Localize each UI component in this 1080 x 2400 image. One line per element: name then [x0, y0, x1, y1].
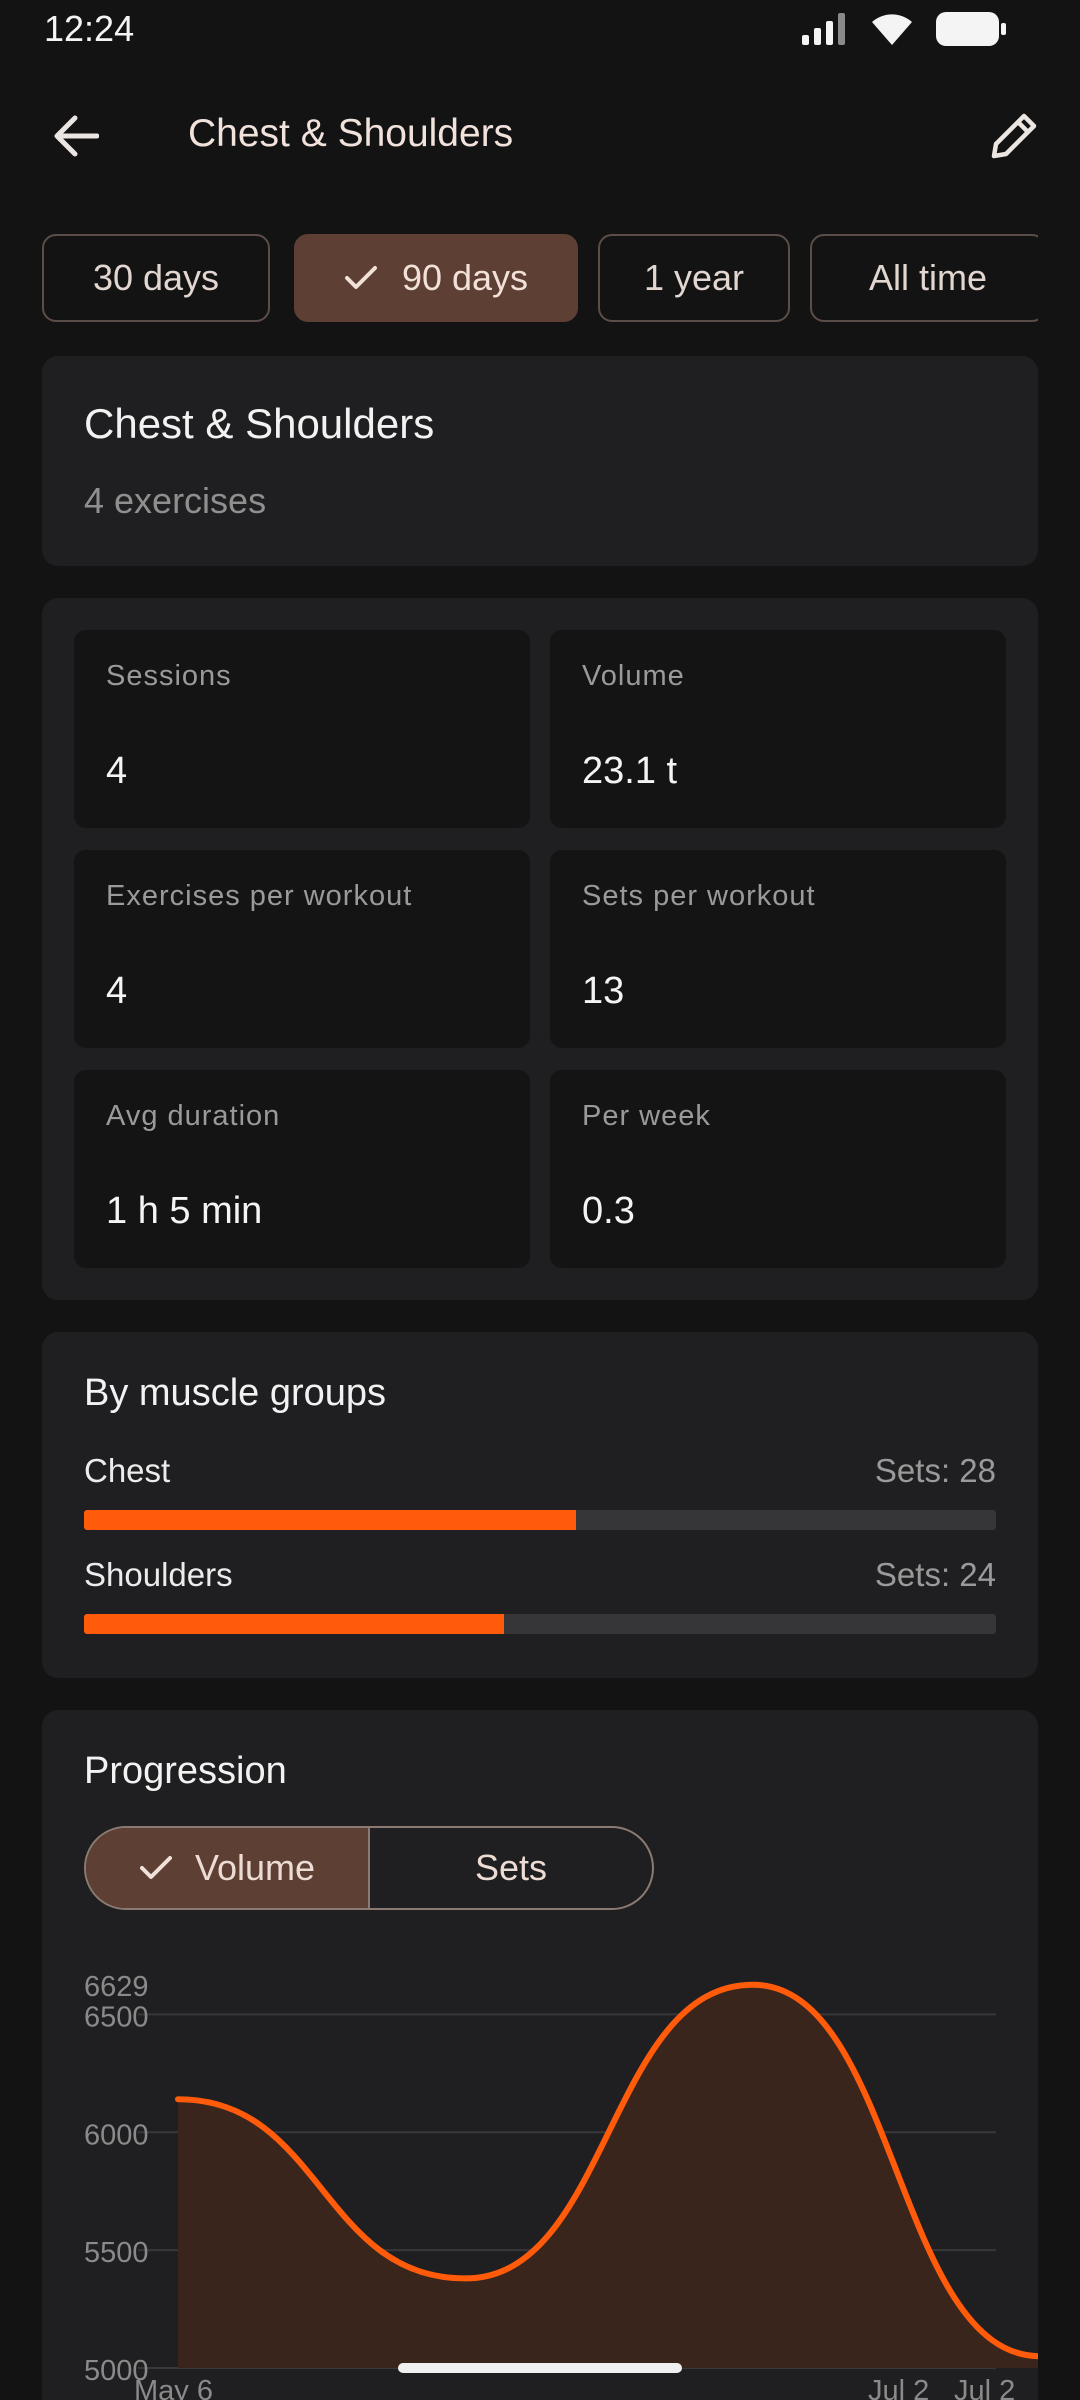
- stat-value: 0.3: [582, 1190, 635, 1232]
- progression-chart: 50005500600065006629May 6 Jul 2 Jul 2: [84, 1971, 1038, 2400]
- top-app-bar: Chest & Shoulders: [0, 90, 1080, 182]
- stat-label: Volume: [582, 660, 685, 692]
- muscle-bar-fill: [84, 1614, 504, 1634]
- workout-title: Chest & Shoulders: [84, 400, 435, 447]
- x-tick-label: May 6: [134, 2375, 213, 2400]
- chip-all-time[interactable]: All time: [810, 234, 1038, 322]
- muscle-bar-shoulders: [84, 1614, 996, 1634]
- check-icon: [344, 266, 377, 289]
- signal-icon: [802, 13, 845, 45]
- x-tick-label: Jul 2: [954, 2375, 1015, 2400]
- y-tick-label: 6629: [84, 1971, 149, 2003]
- workout-header-card: Chest & Shoulders 4 exercises: [42, 356, 1038, 566]
- edit-button[interactable]: [968, 90, 1060, 182]
- y-tick-label: 5500: [84, 2237, 149, 2269]
- exercise-count: 4 exercises: [84, 480, 267, 521]
- muscle-sets-chest: Sets: 28: [874, 1452, 996, 1489]
- home-indicator: [398, 2363, 682, 2373]
- page-title: Chest & Shoulders: [188, 112, 514, 155]
- stat-label: Per week: [582, 1100, 711, 1132]
- area-fill: [178, 1984, 1038, 2368]
- stat-value: 1 h 5 min: [106, 1190, 263, 1232]
- wifi-icon: [872, 14, 912, 45]
- y-tick-label: 6500: [84, 2001, 149, 2033]
- stat-label: Exercises per workout: [106, 880, 413, 912]
- chip-label: 30 days: [92, 257, 220, 298]
- stat-label: Sessions: [106, 660, 232, 692]
- muscle-bar-fill: [84, 1510, 577, 1530]
- chip-90-days[interactable]: 90 days: [294, 234, 578, 322]
- chip-label: All time: [868, 257, 988, 298]
- muscle-bar-chest: [84, 1510, 996, 1530]
- arrow-back-icon: [54, 115, 99, 157]
- chip-1-year[interactable]: 1 year: [598, 234, 790, 322]
- y-tick-label: 6000: [84, 2119, 149, 2151]
- stat-label: Sets per workout: [582, 880, 816, 912]
- stat-per-week: Per week 0.3: [550, 1070, 1006, 1268]
- stat-exercises-per-workout: Exercises per workout 4: [74, 850, 530, 1048]
- muscle-name-chest: Chest: [84, 1452, 171, 1489]
- pencil-icon: [991, 113, 1037, 159]
- stat-sets-per-workout: Sets per workout 13: [550, 850, 1006, 1048]
- chip-label: 90 days: [401, 257, 529, 298]
- stat-value: 13: [582, 970, 625, 1012]
- muscle-groups-card: By muscle groups Chest Sets: 28 Shoulder…: [42, 1332, 1038, 1678]
- progression-card: Progression Volume Sets 5000 5500 6000 6500…: [42, 1710, 1038, 2400]
- time-range-chips: 30 days 90 days 1 year All time: [42, 234, 1038, 324]
- battery-icon: [936, 12, 1006, 46]
- stat-value: 23.1 t: [582, 750, 678, 792]
- stats-card: Sessions 4 Volume 23.1 t Exercises per w…: [42, 598, 1038, 1300]
- chip-30-days[interactable]: 30 days: [42, 234, 270, 322]
- stat-avg-duration: Avg duration 1 h 5 min: [74, 1070, 530, 1268]
- status-time: 12:24: [44, 8, 135, 49]
- stat-label: Avg duration: [106, 1100, 281, 1132]
- back-button[interactable]: [30, 90, 122, 182]
- status-bar: 12:24: [0, 0, 1080, 64]
- stat-volume: Volume 23.1 t: [550, 630, 1006, 828]
- muscle-sets-shoulders: Sets: 24: [874, 1556, 996, 1593]
- status-icons: [802, 12, 1006, 46]
- stat-value: 4: [106, 750, 128, 792]
- x-tick-label: Jul 2: [868, 2375, 929, 2400]
- chip-label: 1 year: [643, 257, 745, 298]
- muscle-name-shoulders: Shoulders: [84, 1556, 233, 1593]
- muscle-groups-title: By muscle groups: [84, 1372, 387, 1414]
- screen: 12:24 Chest & Shoulders 30 days 90 days …: [0, 0, 1080, 2400]
- stat-sessions: Sessions 4: [74, 630, 530, 828]
- stat-value: 4: [106, 970, 128, 1012]
